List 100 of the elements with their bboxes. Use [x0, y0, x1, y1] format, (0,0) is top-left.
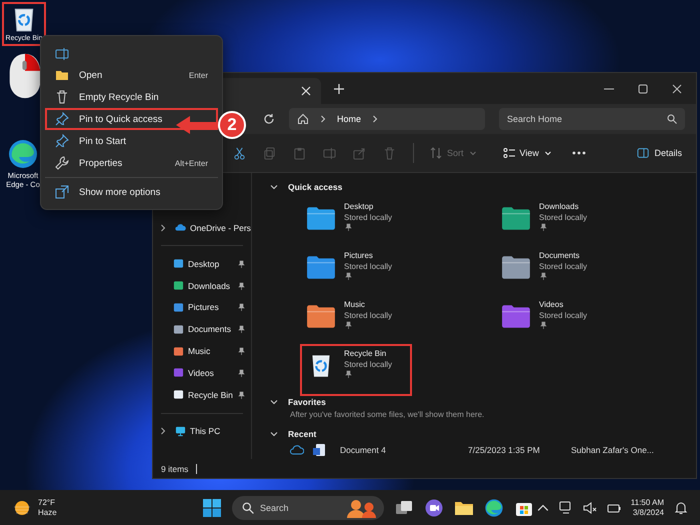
section-header[interactable]: Recent — [270, 427, 696, 440]
sidebar-item[interactable]: Desktop — [153, 253, 251, 275]
pin-icon — [539, 320, 547, 329]
refresh-icon[interactable] — [263, 113, 275, 125]
tile-status: Stored locally — [344, 358, 392, 370]
cut-icon[interactable] — [233, 146, 246, 160]
pin-icon — [237, 260, 245, 268]
caret-icon — [544, 149, 552, 157]
cloud-icon — [175, 222, 186, 233]
trash-icon — [55, 90, 69, 104]
clock[interactable]: 11:50 AM 3/8/2024 — [630, 498, 664, 518]
section-header[interactable]: Quick access — [270, 181, 696, 194]
close-icon[interactable] — [301, 86, 311, 96]
tile-status: Stored locally — [539, 310, 588, 321]
sort-icon — [430, 147, 442, 159]
quick-access-tile[interactable]: Videos Stored locally — [495, 294, 607, 344]
details-button[interactable]: Details — [631, 144, 688, 162]
sidebar-item[interactable]: Downloads — [153, 274, 251, 297]
home-icon — [297, 113, 309, 125]
menu-item[interactable]: Properties Alt+Enter — [45, 152, 218, 174]
people-drawing — [344, 498, 378, 518]
search-field[interactable]: Search Home — [499, 108, 685, 130]
sidebar-item[interactable]: Documents — [153, 318, 251, 340]
sidebar-item[interactable]: This PC — [153, 420, 251, 442]
sidebar-item[interactable]: Music — [153, 340, 251, 362]
tile-name: Recycle Bin — [344, 348, 388, 359]
file-date: 7/25/2023 1:35 PM — [468, 444, 541, 455]
tile-status: Stored locally — [344, 212, 392, 223]
search-icon — [242, 502, 254, 514]
video-icon — [173, 367, 184, 378]
quick-access-tile[interactable]: Desktop Stored locally — [300, 196, 412, 246]
caret-icon — [468, 149, 477, 157]
search-icon — [667, 114, 677, 124]
quick-access-tile[interactable]: Downloads Stored locally — [495, 196, 607, 246]
close-icon[interactable] — [672, 84, 682, 94]
tile-name: Pictures — [344, 250, 374, 261]
chevron-down-icon — [270, 430, 278, 438]
quick-access-tile[interactable]: Recycle Bin Stored locally — [300, 344, 412, 396]
sidebar-item[interactable]: Recycle Bin — [153, 384, 251, 406]
empty-message: After you've favorited some files, we'll show them here. — [290, 410, 486, 420]
pin-icon — [344, 272, 352, 280]
menu-item[interactable]: Pin to Start — [45, 130, 218, 152]
pin-icon — [344, 222, 352, 231]
shortcut-text: Enter — [188, 70, 208, 80]
recycle-bin-icon — [173, 389, 184, 400]
breadcrumb[interactable]: Home — [337, 114, 362, 124]
pin-icon — [344, 320, 352, 329]
tile-status: Stored locally — [344, 260, 392, 272]
windows-start-icon[interactable] — [202, 498, 222, 518]
browser-logo-icon[interactable] — [484, 498, 504, 518]
video-chat-icon[interactable] — [424, 498, 444, 518]
quick-access-tile[interactable]: Pictures Stored locally — [300, 246, 412, 295]
shortcut-text: Alt+Enter — [174, 158, 208, 168]
browser-logo-icon — [8, 139, 38, 169]
address-bar[interactable]: Home — [289, 108, 485, 130]
tile-name: Videos — [539, 298, 564, 310]
pin-icon — [237, 303, 245, 312]
folder-icon — [55, 68, 69, 82]
menu-item[interactable]: Open Enter — [45, 64, 218, 86]
sidebar-item[interactable]: Videos — [153, 362, 251, 384]
sidebar-item[interactable]: OneDrive - Pers — [153, 217, 251, 238]
maximize-icon[interactable] — [638, 84, 648, 94]
document-folder-icon — [501, 254, 531, 280]
chevron-right-icon — [159, 427, 167, 436]
desktop-icon — [173, 258, 184, 270]
tile-name: Downloads — [539, 200, 580, 212]
document-icon — [312, 442, 326, 457]
details-pane-icon — [637, 147, 650, 159]
section-header[interactable]: Favorites — [270, 396, 696, 408]
video-folder-icon — [501, 302, 531, 329]
tile-name: Music — [344, 298, 366, 310]
new-tab-icon[interactable] — [334, 84, 344, 94]
more-icon[interactable] — [572, 151, 586, 155]
pin-icon — [237, 390, 245, 399]
notification-bell-icon[interactable] — [674, 500, 688, 514]
menu-item[interactable]: Pin to Quick access — [45, 108, 218, 130]
tile-status: Stored locally — [344, 310, 392, 321]
pin-icon — [237, 282, 245, 290]
rename-icon[interactable] — [55, 47, 69, 61]
menu-item[interactable]: Show more options — [45, 181, 218, 203]
pin-icon — [539, 222, 547, 231]
folder-icon — [306, 204, 336, 231]
pin-icon — [344, 370, 352, 378]
menu-item[interactable]: Empty Recycle Bin — [45, 86, 218, 108]
quick-access-tile[interactable]: Music Stored locally — [300, 294, 412, 344]
mouse-drawing — [8, 52, 42, 100]
network-icon[interactable] — [558, 500, 573, 514]
sidebar-item[interactable]: Pictures — [153, 296, 251, 318]
wrench-icon — [55, 156, 69, 170]
picture-folder-icon — [306, 254, 336, 280]
recent-file-row[interactable]: Document 4 7/25/2023 1:35 PM Subhan Zafar's One... — [270, 440, 696, 460]
view-button[interactable]: View — [496, 144, 558, 162]
monitor-icon — [175, 426, 186, 437]
picture-icon — [173, 302, 184, 313]
chevron-down-icon — [270, 398, 278, 406]
volume-muted-icon[interactable] — [582, 500, 597, 514]
item-count: 9 items — [161, 464, 188, 474]
taskbar-search-box[interactable]: Search — [232, 496, 384, 520]
chevron-right-icon — [159, 224, 167, 232]
quick-access-tile[interactable]: Documents Stored locally — [495, 246, 607, 295]
